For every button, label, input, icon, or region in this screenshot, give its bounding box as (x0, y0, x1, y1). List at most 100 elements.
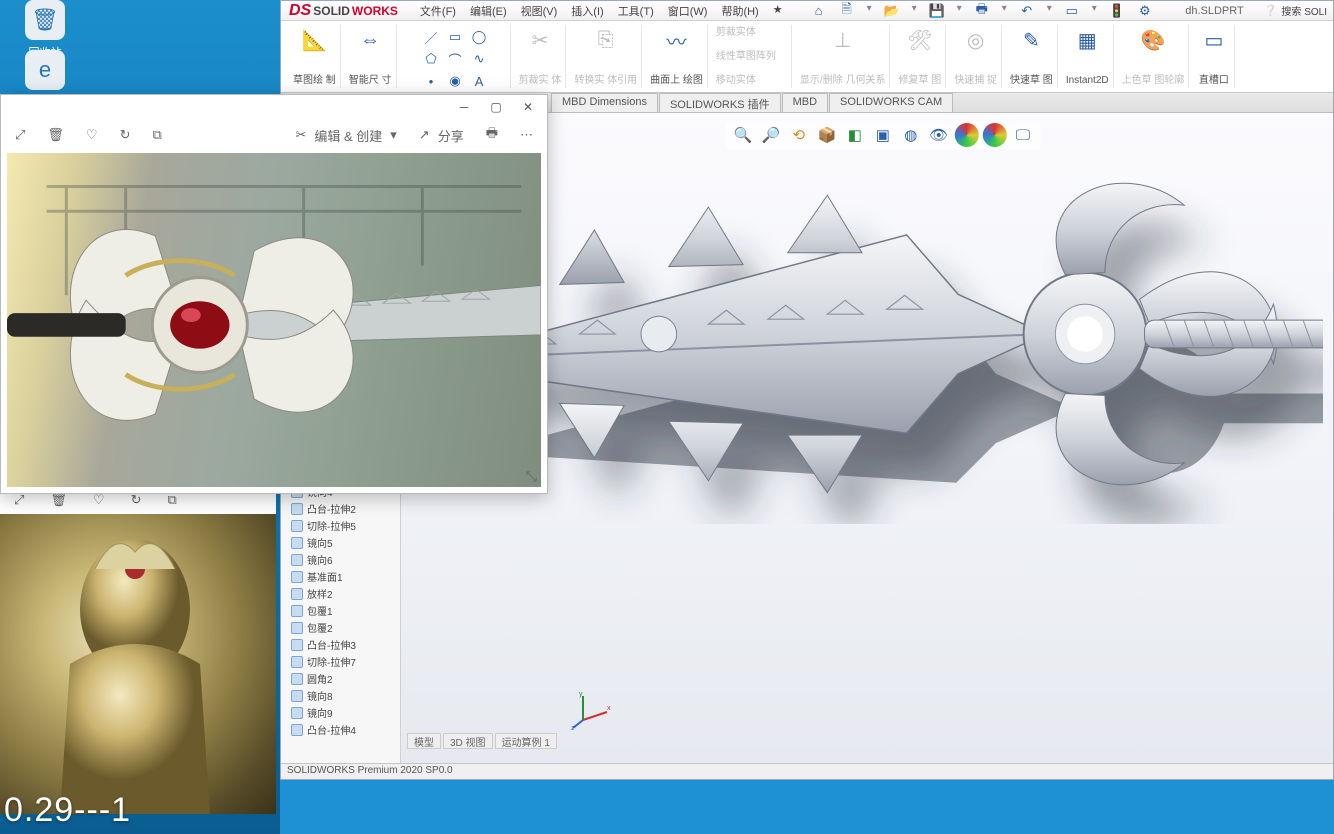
feature-item: 镜向6 (281, 551, 400, 568)
menu-insert[interactable]: 插入(I) (565, 1, 609, 21)
ribbon-snap: ◎ 快速捕 捉 (950, 25, 1002, 88)
qat-options-icon[interactable]: ⚙ (1135, 3, 1155, 19)
menu-view[interactable]: 视图(V) (515, 1, 564, 21)
feature-label[interactable]: 凸台-拉伸3 (307, 637, 356, 652)
menu-window[interactable]: 窗口(W) (662, 1, 714, 21)
ribbon-label: 快速捕 捉 (954, 75, 997, 86)
tab-model[interactable]: 模型 (407, 733, 441, 749)
photo-toolbar: ⤢ 🗑 ♡ ↻ ⧉ ✂ 编辑 & 创建 ▾ ↗ 分享 🖶 ⋯ (1, 119, 547, 151)
qat-new-icon[interactable]: 🗎 (837, 3, 857, 19)
qat-save-icon[interactable]: 💾 (927, 3, 947, 19)
rotate-icon[interactable]: ↻ (120, 127, 131, 143)
qat-open-icon[interactable]: 📂 (882, 3, 902, 19)
close-button[interactable]: ✕ (513, 96, 543, 118)
ribbon-label: 草图绘 制 (293, 75, 336, 86)
chevron-down-icon[interactable]: ▾ (1047, 3, 1052, 19)
ribbon-slot[interactable]: ▭ 直槽口 (1193, 25, 1235, 88)
feature-label[interactable]: 镜向9 (307, 705, 333, 720)
zoom-icon[interactable]: ⤢ (14, 492, 24, 508)
circle-icon[interactable]: ◯ (468, 27, 490, 47)
chevron-down-icon[interactable]: ▾ (912, 3, 917, 19)
qat-home-icon[interactable]: ⌂ (809, 3, 829, 19)
previous-view-icon[interactable]: ⟲ (787, 123, 811, 147)
view-orientation-triad[interactable]: x y z (571, 690, 611, 733)
apply-scene-icon[interactable] (955, 123, 979, 147)
more-icon[interactable]: ⋯ (520, 127, 533, 143)
arc-icon[interactable]: ⌒ (444, 49, 466, 69)
ribbon-instant2d[interactable]: ▦ Instant2D (1062, 25, 1114, 88)
crop-icon[interactable]: ⧉ (167, 492, 176, 508)
screen-icon[interactable]: 🖵 (1011, 123, 1035, 147)
line-icon[interactable]: ／ (420, 27, 442, 47)
display-style-icon[interactable]: ▣ (871, 123, 895, 147)
maximize-button[interactable]: ▢ (481, 96, 511, 118)
delete-icon[interactable]: 🗑 (50, 492, 67, 508)
expand-icon[interactable]: ⤡ (526, 468, 537, 485)
minimize-button[interactable]: ─ (449, 96, 479, 118)
edit-appearance-icon[interactable]: 👁 (927, 123, 951, 147)
print-icon[interactable]: 🖶 (486, 124, 498, 146)
feature-label[interactable]: 镜向6 (307, 552, 333, 567)
feature-label[interactable]: 基准面1 (307, 569, 343, 584)
menu-edit[interactable]: 编辑(E) (464, 1, 513, 21)
chevron-down-icon[interactable]: ▾ (1092, 3, 1097, 19)
feature-label[interactable]: 放样2 (307, 586, 333, 601)
polygon-icon[interactable]: ⬠ (420, 49, 442, 69)
rect-icon[interactable]: ▭ (444, 27, 466, 47)
feature-label[interactable]: 圆角2 (307, 671, 333, 686)
ribbon-smart-dim[interactable]: ⇔ 智能尺 寸 (345, 25, 397, 88)
feature-label[interactable]: 包覆2 (307, 620, 333, 635)
feature-label[interactable]: 切除-拉伸5 (307, 518, 356, 533)
delete-icon[interactable]: 🗑 (47, 127, 64, 143)
qat-rebuild-icon[interactable]: 🚦 (1107, 3, 1127, 19)
menu-tools[interactable]: 工具(T) (612, 1, 660, 21)
ribbon-quick-sketch[interactable]: ✎ 快速草 图 (1006, 25, 1058, 88)
chevron-down-icon[interactable]: ▾ (867, 3, 872, 19)
feature-label[interactable]: 镜向5 (307, 535, 333, 550)
tab-3d-view[interactable]: 3D 视图 (443, 733, 493, 749)
qat-select-icon[interactable]: ▭ (1062, 3, 1082, 19)
feature-item: 凸台-拉伸3 (281, 636, 400, 653)
feature-icon (291, 503, 303, 515)
text-icon[interactable]: A (468, 71, 490, 91)
share-button[interactable]: ↗ 分享 (419, 126, 464, 145)
section-view-icon[interactable]: 📦 (815, 123, 839, 147)
spline-icon[interactable]: ∿ (468, 49, 490, 69)
rotate-icon[interactable]: ↻ (131, 492, 142, 508)
tab-sw-plugin[interactable]: SOLIDWORKS 插件 (659, 93, 781, 112)
ribbon-surface-sketch[interactable]: 〰 曲面上 绘图 (646, 25, 708, 88)
tab-motion-study[interactable]: 运动算例 1 (495, 733, 557, 749)
edit-create-button[interactable]: ✂ 编辑 & 创建 ▾ (295, 126, 396, 145)
menu-star[interactable]: ★ (767, 1, 789, 21)
feature-label[interactable]: 镜向8 (307, 688, 333, 703)
ellipse-icon[interactable]: ◉ (444, 71, 466, 91)
repair-icon: 🛠 (907, 27, 933, 53)
feature-label[interactable]: 切除-拉伸7 (307, 654, 356, 669)
zoom-icon[interactable]: ⤢ (15, 127, 25, 143)
ribbon-sketch[interactable]: 📐 草图绘 制 (289, 25, 341, 88)
feature-label[interactable]: 凸台-拉伸4 (307, 722, 356, 737)
feature-label[interactable]: 包覆1 (307, 603, 333, 618)
chevron-down-icon[interactable]: ▾ (957, 3, 962, 19)
view-settings-icon[interactable] (983, 123, 1007, 147)
orientation-icon[interactable]: ◧ (843, 123, 867, 147)
qat-print-icon[interactable]: 🖶 (972, 3, 992, 19)
tab-mbd[interactable]: MBD (782, 93, 828, 112)
zoom-fit-icon[interactable]: 🔍 (731, 123, 755, 147)
menu-file[interactable]: 文件(F) (414, 1, 462, 21)
chevron-down-icon[interactable]: ▾ (1002, 3, 1007, 19)
favorite-icon[interactable]: ♡ (93, 492, 105, 508)
ribbon-label: 上色草 图轮廓 (1122, 75, 1185, 86)
hide-show-icon[interactable]: ◍ (899, 123, 923, 147)
help-icon[interactable]: ❔ (1264, 4, 1278, 17)
point-icon[interactable]: • (420, 71, 442, 91)
feature-label[interactable]: 凸台-拉伸2 (307, 501, 356, 516)
qat-undo-icon[interactable]: ↶ (1017, 3, 1037, 19)
zoom-area-icon[interactable]: 🔎 (759, 123, 783, 147)
tab-sw-cam[interactable]: SOLIDWORKS CAM (829, 93, 953, 112)
sketch-icon: 📐 (301, 27, 327, 53)
tab-mbd-dimensions[interactable]: MBD Dimensions (551, 93, 658, 112)
favorite-icon[interactable]: ♡ (86, 127, 98, 143)
crop-icon[interactable]: ⧉ (152, 127, 161, 143)
menu-help[interactable]: 帮助(H) (715, 1, 764, 21)
